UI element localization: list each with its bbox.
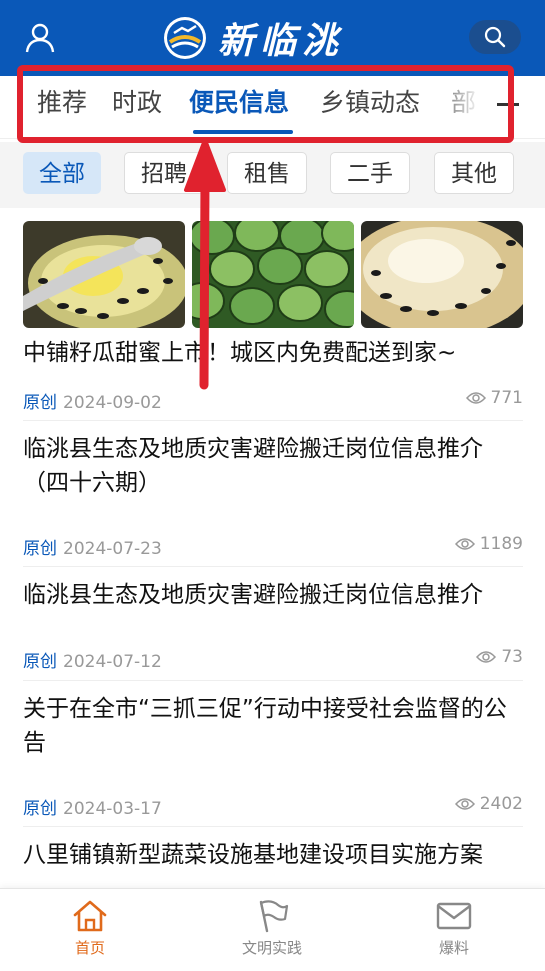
user-icon[interactable] — [24, 22, 56, 54]
article-meta: 原创 2024-07-12 73 — [23, 647, 523, 672]
view-count-value: 73 — [501, 647, 523, 667]
article-meta: 原创 2024-03-17 2402 — [23, 794, 523, 819]
article-title[interactable]: 八里铺镇新型蔬菜设施基地建设项目实施方案 — [23, 838, 523, 872]
view-count: 771 — [465, 388, 523, 408]
article-date: 2024-07-12 — [63, 652, 162, 672]
nav-report[interactable]: 爆料 — [394, 899, 514, 958]
divider — [23, 566, 523, 567]
source-label: 原创 — [23, 539, 57, 559]
article-date: 2024-07-23 — [63, 539, 162, 559]
search-icon — [484, 26, 506, 48]
article-title[interactable]: 中铺籽瓜甜蜜上市！城区内免费配送到家~ — [23, 336, 523, 370]
highlight-box — [17, 65, 514, 143]
source-label: 原创 — [23, 799, 57, 819]
watermelons-image — [192, 221, 354, 328]
filter-rent-sale[interactable]: 租售 — [227, 152, 307, 194]
brand-name: 新临洮 — [218, 20, 345, 62]
nav-civilization-practice[interactable]: 文明实践 — [212, 899, 332, 958]
divider — [23, 826, 523, 827]
app-logo: 新临洮 — [162, 14, 344, 62]
nav-home[interactable]: 首页 — [30, 899, 150, 958]
search-button[interactable] — [469, 20, 521, 54]
view-count-value: 1189 — [479, 534, 523, 554]
nav-label: 首页 — [74, 939, 105, 957]
bottom-navigation: 首页 文明实践 爆料 — [0, 888, 545, 971]
home-icon — [73, 900, 107, 932]
article-meta: 原创 2024-07-23 1189 — [23, 534, 523, 559]
eye-icon — [476, 651, 497, 663]
nav-label: 爆料 — [438, 939, 469, 957]
eye-icon — [465, 392, 486, 404]
article-title[interactable]: 临洮县生态及地质灾害避险搬迁岗位信息推介 — [23, 578, 523, 612]
source-label: 原创 — [23, 393, 57, 413]
source-label: 原创 — [23, 652, 57, 672]
filter-other[interactable]: 其他 — [434, 152, 514, 194]
article-images[interactable] — [23, 221, 523, 328]
article-date: 2024-03-17 — [63, 799, 162, 819]
eye-icon — [454, 798, 475, 810]
view-count-value: 2402 — [479, 794, 523, 814]
article-date: 2024-09-02 — [63, 393, 162, 413]
melon-spoon-image — [23, 221, 185, 328]
article-title[interactable]: 临洮县生态及地质灾害避险搬迁岗位信息推介（四十六期） — [23, 432, 523, 500]
logo-emblem-icon — [164, 17, 206, 59]
divider — [23, 680, 523, 681]
filter-bar: 全部 招聘 租售 二手 其他 — [0, 142, 545, 208]
article-title[interactable]: 关于在全市“三抓三促”行动中接受社会监督的公告 — [23, 692, 523, 760]
view-count-value: 771 — [490, 388, 523, 408]
filter-all[interactable]: 全部 — [23, 152, 101, 194]
eye-icon — [454, 538, 475, 550]
view-count: 73 — [476, 647, 523, 667]
filter-second-hand[interactable]: 二手 — [330, 152, 410, 194]
mail-icon — [436, 902, 472, 930]
article-meta: 原创 2024-09-02 771 — [23, 388, 523, 413]
nav-label: 文明实践 — [241, 939, 302, 957]
flag-icon — [259, 900, 289, 933]
view-count: 1189 — [454, 534, 523, 554]
view-count: 2402 — [454, 794, 523, 814]
filter-recruit[interactable]: 招聘 — [124, 152, 204, 194]
divider — [23, 420, 523, 421]
melon-flesh-image — [361, 221, 523, 328]
